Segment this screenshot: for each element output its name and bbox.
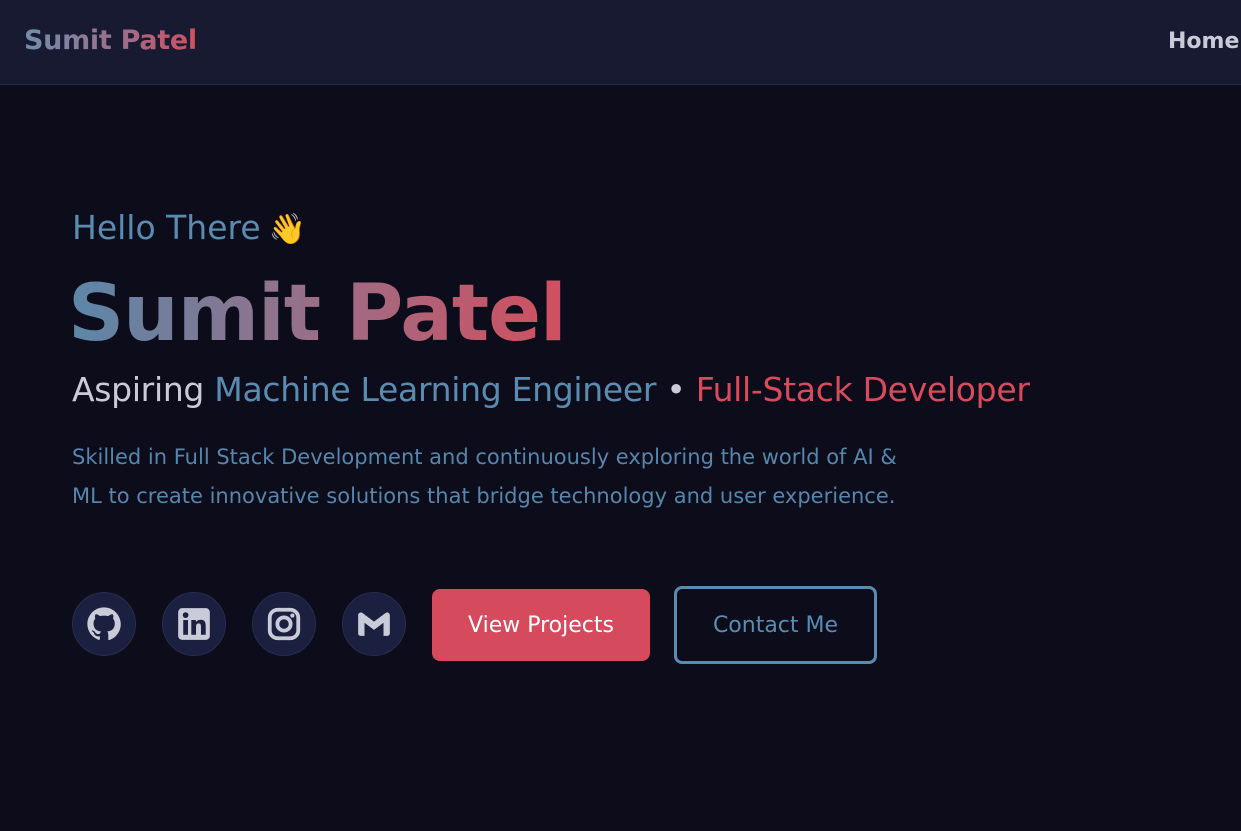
greeting-text: Hello There xyxy=(72,208,261,247)
role-secondary: Full-Stack Developer xyxy=(695,370,1030,409)
role-line: Aspiring Machine Learning Engineer • Ful… xyxy=(72,368,1030,412)
bio-text: Skilled in Full Stack Development and co… xyxy=(72,445,897,508)
github-link[interactable] xyxy=(72,592,136,656)
linkedin-link[interactable] xyxy=(162,592,226,656)
instagram-icon xyxy=(267,607,301,641)
contact-me-button[interactable]: Contact Me xyxy=(674,586,877,664)
hero-name: Sumit Patel xyxy=(68,264,567,364)
role-prefix: Aspiring xyxy=(72,370,215,409)
role-primary: Machine Learning Engineer xyxy=(214,370,657,409)
instagram-link[interactable] xyxy=(252,592,316,656)
view-projects-button[interactable]: View Projects xyxy=(432,589,650,661)
navbar: Sumit Patel Home xyxy=(0,0,1241,85)
hero-section: Hello There 👋 Sumit Patel Aspiring Machin… xyxy=(0,86,1241,831)
github-icon xyxy=(87,607,121,641)
role-separator: • xyxy=(656,370,696,409)
nav-link-home[interactable]: Home xyxy=(1168,27,1239,57)
greeting: Hello There 👋 xyxy=(72,206,306,252)
brand-logo[interactable]: Sumit Patel xyxy=(24,24,197,58)
waving-hand-icon: 👋 xyxy=(268,212,307,247)
gmail-icon xyxy=(358,612,390,636)
linkedin-icon xyxy=(178,608,210,640)
gmail-link[interactable] xyxy=(342,592,406,656)
